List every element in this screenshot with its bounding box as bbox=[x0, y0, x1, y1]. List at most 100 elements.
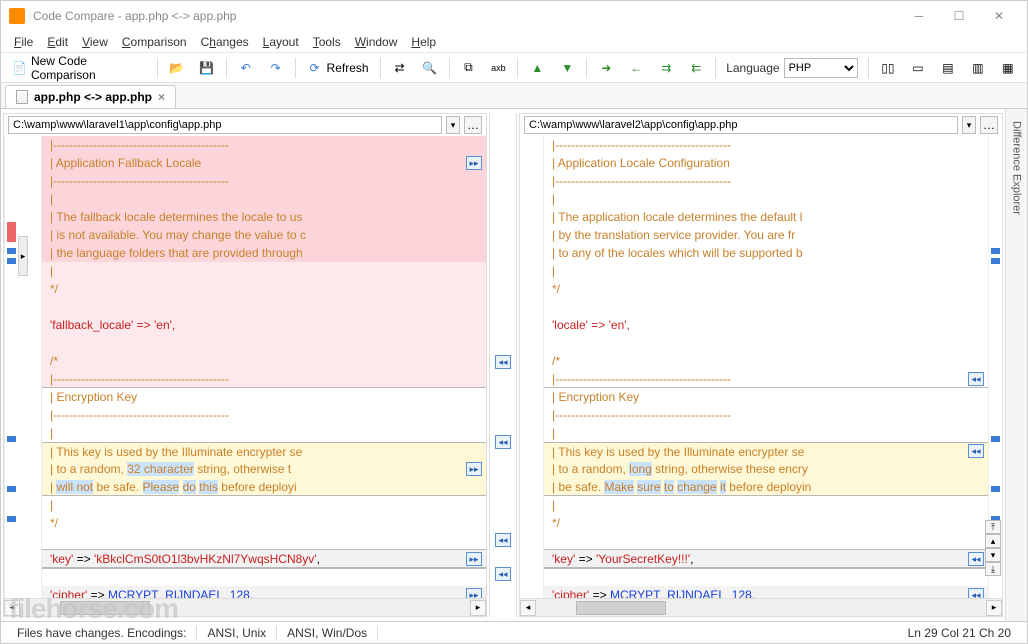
language-select[interactable]: PHP bbox=[784, 58, 858, 78]
new-comparison-label: New Code Comparison bbox=[31, 54, 146, 82]
copy-left-button[interactable]: ← bbox=[623, 57, 649, 79]
compare-1-button[interactable]: ⧉ bbox=[455, 57, 481, 79]
menubar: File Edit View Comparison Changes Layout… bbox=[1, 31, 1027, 53]
left-hscrollbar[interactable]: ◂▸ bbox=[4, 598, 486, 616]
menu-view[interactable]: View bbox=[75, 32, 115, 52]
scroll-down-max[interactable]: ⤓ bbox=[985, 562, 1001, 576]
redo-button[interactable]: ↷ bbox=[263, 57, 289, 79]
redo-icon: ↷ bbox=[268, 60, 284, 76]
axb-icon: axb bbox=[490, 60, 506, 76]
refresh-button[interactable]: ⟳ Refresh bbox=[302, 57, 374, 79]
search-button[interactable]: 🔍 bbox=[417, 57, 443, 79]
merge-left-button[interactable]: ◂◂ bbox=[495, 533, 511, 547]
window-title: Code Compare - app.php <-> app.php bbox=[33, 9, 899, 23]
swap-button[interactable]: ⇄ bbox=[387, 57, 413, 79]
scroll-up-max[interactable]: ⤒ bbox=[985, 520, 1001, 534]
left-arrow-icon: ← bbox=[628, 60, 644, 76]
separator bbox=[449, 58, 450, 78]
menu-layout[interactable]: Layout bbox=[256, 32, 306, 52]
menu-window[interactable]: Window bbox=[348, 32, 405, 52]
scroll-up[interactable]: ▴ bbox=[985, 534, 1001, 548]
up-arrow-icon: ▲ bbox=[529, 60, 545, 76]
toolbar: 📄 New Code Comparison 📂 💾 ↶ ↷ ⟳ Refresh … bbox=[1, 53, 1027, 83]
next-diff-button[interactable]: ▼ bbox=[554, 57, 580, 79]
menu-edit[interactable]: Edit bbox=[40, 32, 75, 52]
left-path-dropdown[interactable]: ▾ bbox=[446, 116, 460, 134]
merge-right-button[interactable]: ▸▸ bbox=[466, 588, 482, 598]
right-gutter bbox=[520, 136, 544, 598]
compare-panes: ▾ … ▸ |---------------------------------… bbox=[1, 109, 1005, 621]
tab-active[interactable]: app.php <-> app.php × bbox=[5, 85, 176, 108]
separator bbox=[157, 58, 158, 78]
merge-left-button[interactable]: ◂◂ bbox=[968, 372, 984, 386]
left-overview[interactable] bbox=[4, 136, 18, 598]
undo-button[interactable]: ↶ bbox=[233, 57, 259, 79]
menu-file[interactable]: File bbox=[7, 32, 40, 52]
right-code-view[interactable]: |---------------------------------------… bbox=[544, 136, 988, 598]
right-arrow-icon: ➜ bbox=[598, 60, 614, 76]
menu-comparison[interactable]: Comparison bbox=[115, 32, 194, 52]
left-all-icon: ⇇ bbox=[688, 60, 704, 76]
left-fold-handle[interactable]: ▸ bbox=[18, 236, 28, 276]
status-encoding-right: ANSI, Win/Dos bbox=[277, 626, 378, 640]
copy-all-left-button[interactable]: ⇇ bbox=[683, 57, 709, 79]
compare-axb-button[interactable]: axb bbox=[485, 57, 511, 79]
menu-help[interactable]: Help bbox=[404, 32, 443, 52]
left-pathbar: ▾ … bbox=[4, 114, 486, 136]
merge-left-button[interactable]: ◂◂ bbox=[495, 355, 511, 369]
layout-icon: ▥ bbox=[970, 60, 986, 76]
scroll-down[interactable]: ▾ bbox=[985, 548, 1001, 562]
new-comparison-button[interactable]: 📄 New Code Comparison bbox=[7, 51, 151, 85]
tab-close-icon[interactable]: × bbox=[158, 90, 165, 104]
copy-right-button[interactable]: ➜ bbox=[593, 57, 619, 79]
layout-3-button[interactable]: ▤ bbox=[935, 57, 961, 79]
right-pathbar: ▾ … bbox=[520, 114, 1002, 136]
right-path-input[interactable] bbox=[524, 116, 958, 134]
close-button[interactable]: ✕ bbox=[979, 2, 1019, 30]
left-path-browse[interactable]: … bbox=[464, 116, 482, 134]
merge-left-button[interactable]: ◂◂ bbox=[968, 588, 984, 598]
middle-strip: ◂◂ ◂◂ ◂◂ ◂◂ bbox=[489, 113, 517, 617]
left-code-view[interactable]: |---------------------------------------… bbox=[42, 136, 486, 598]
merge-right-button[interactable]: ▸▸ bbox=[466, 156, 482, 170]
menu-changes[interactable]: Changes bbox=[194, 32, 256, 52]
copy-all-right-button[interactable]: ⇉ bbox=[653, 57, 679, 79]
layout-5-button[interactable]: ▦ bbox=[995, 57, 1021, 79]
merge-left-button[interactable]: ◂◂ bbox=[968, 552, 984, 566]
down-arrow-icon: ▼ bbox=[559, 60, 575, 76]
right-path-dropdown[interactable]: ▾ bbox=[962, 116, 976, 134]
maximize-button[interactable]: ☐ bbox=[939, 2, 979, 30]
left-path-input[interactable] bbox=[8, 116, 442, 134]
merge-left-button[interactable]: ◂◂ bbox=[968, 444, 984, 458]
merge-right-button[interactable]: ▸▸ bbox=[466, 552, 482, 566]
layout-2-button[interactable]: ▭ bbox=[905, 57, 931, 79]
save-icon: 💾 bbox=[199, 60, 215, 76]
refresh-icon: ⟳ bbox=[307, 60, 323, 76]
search-icon: 🔍 bbox=[422, 60, 438, 76]
right-code: |---------------------------------------… bbox=[520, 136, 1002, 598]
separator bbox=[380, 58, 381, 78]
layout-1-button[interactable]: ▯▯ bbox=[875, 57, 901, 79]
difference-explorer-tab[interactable]: Difference Explorer bbox=[1011, 115, 1023, 221]
refresh-label: Refresh bbox=[327, 61, 369, 75]
menu-tools[interactable]: Tools bbox=[306, 32, 348, 52]
merge-left-button[interactable]: ◂◂ bbox=[495, 435, 511, 449]
right-hscrollbar[interactable]: ◂▸ bbox=[520, 598, 1002, 616]
open-button[interactable]: 📂 bbox=[164, 57, 190, 79]
statusbar: Files have changes. Encodings: ANSI, Uni… bbox=[1, 621, 1027, 643]
merge-left-button[interactable]: ◂◂ bbox=[495, 567, 511, 581]
merge-right-button[interactable]: ▸▸ bbox=[466, 462, 482, 476]
save-button[interactable]: 💾 bbox=[194, 57, 220, 79]
layout-4-button[interactable]: ▥ bbox=[965, 57, 991, 79]
separator bbox=[586, 58, 587, 78]
app-icon bbox=[9, 8, 25, 24]
document-icon: 📄 bbox=[12, 60, 27, 76]
layout-icon: ▤ bbox=[940, 60, 956, 76]
layout-icon: ▦ bbox=[1000, 60, 1016, 76]
layout-icon: ▭ bbox=[910, 60, 926, 76]
right-path-browse[interactable]: … bbox=[980, 116, 998, 134]
minimize-button[interactable]: ─ bbox=[899, 2, 939, 30]
prev-diff-button[interactable]: ▲ bbox=[524, 57, 550, 79]
workarea: ▾ … ▸ |---------------------------------… bbox=[1, 109, 1027, 621]
undo-icon: ↶ bbox=[238, 60, 254, 76]
